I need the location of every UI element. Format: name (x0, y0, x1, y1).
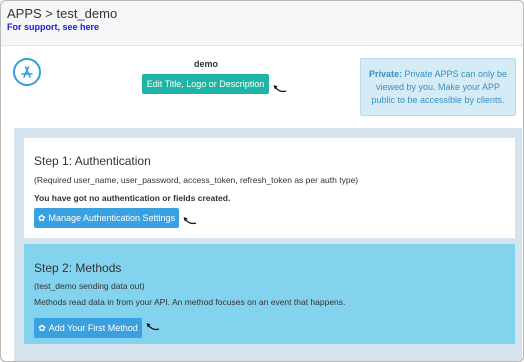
gear-icon: ✿ (37, 212, 46, 223)
authentication-title: Step 1: Authentication (34, 154, 151, 168)
add-first-method-button[interactable]: ✿ Add Your First Method (34, 318, 142, 338)
methods-card: Step 2: Methods (test_demo sending data … (24, 244, 515, 344)
manage-authentication-button-label: Manage Authentication Settings (48, 213, 176, 223)
private-note-title: Private: (368, 69, 402, 79)
gear-icon: ✿ (38, 322, 46, 333)
methods-title: Step 2: Methods (34, 261, 122, 275)
edit-title-button-label: Edit Title, Logo or Description (146, 79, 265, 89)
authentication-status: You have got no authentication or fields… (34, 193, 231, 203)
edit-title-button[interactable]: Edit Title, Logo or Description (142, 74, 269, 94)
page-header: APPS > test_demo For support, see here (1, 1, 523, 46)
authentication-card: Step 1: Authentication (Required user_na… (24, 138, 515, 238)
private-note: Private: Private APPS can only be viewed… (360, 58, 516, 116)
manage-authentication-button[interactable]: ✿ Manage Authentication Settings (34, 208, 179, 228)
app-store-icon (13, 58, 41, 86)
pointer-arrow-icon (273, 85, 287, 93)
breadcrumb: APPS > test_demo (7, 6, 118, 21)
methods-description: Methods read data in from your API. An m… (34, 297, 346, 307)
pointer-arrow-icon (183, 217, 197, 225)
pointer-arrow-icon (146, 323, 160, 331)
support-link[interactable]: For support, see here (7, 22, 99, 32)
add-first-method-button-label: Add Your First Method (48, 323, 138, 333)
app-window: APPS > test_demo For support, see here d… (0, 0, 524, 362)
app-name: demo (194, 59, 219, 69)
methods-subtitle: (test_demo sending data out) (34, 281, 145, 291)
authentication-subtitle: (Required user_name, user_password, acce… (34, 175, 359, 185)
